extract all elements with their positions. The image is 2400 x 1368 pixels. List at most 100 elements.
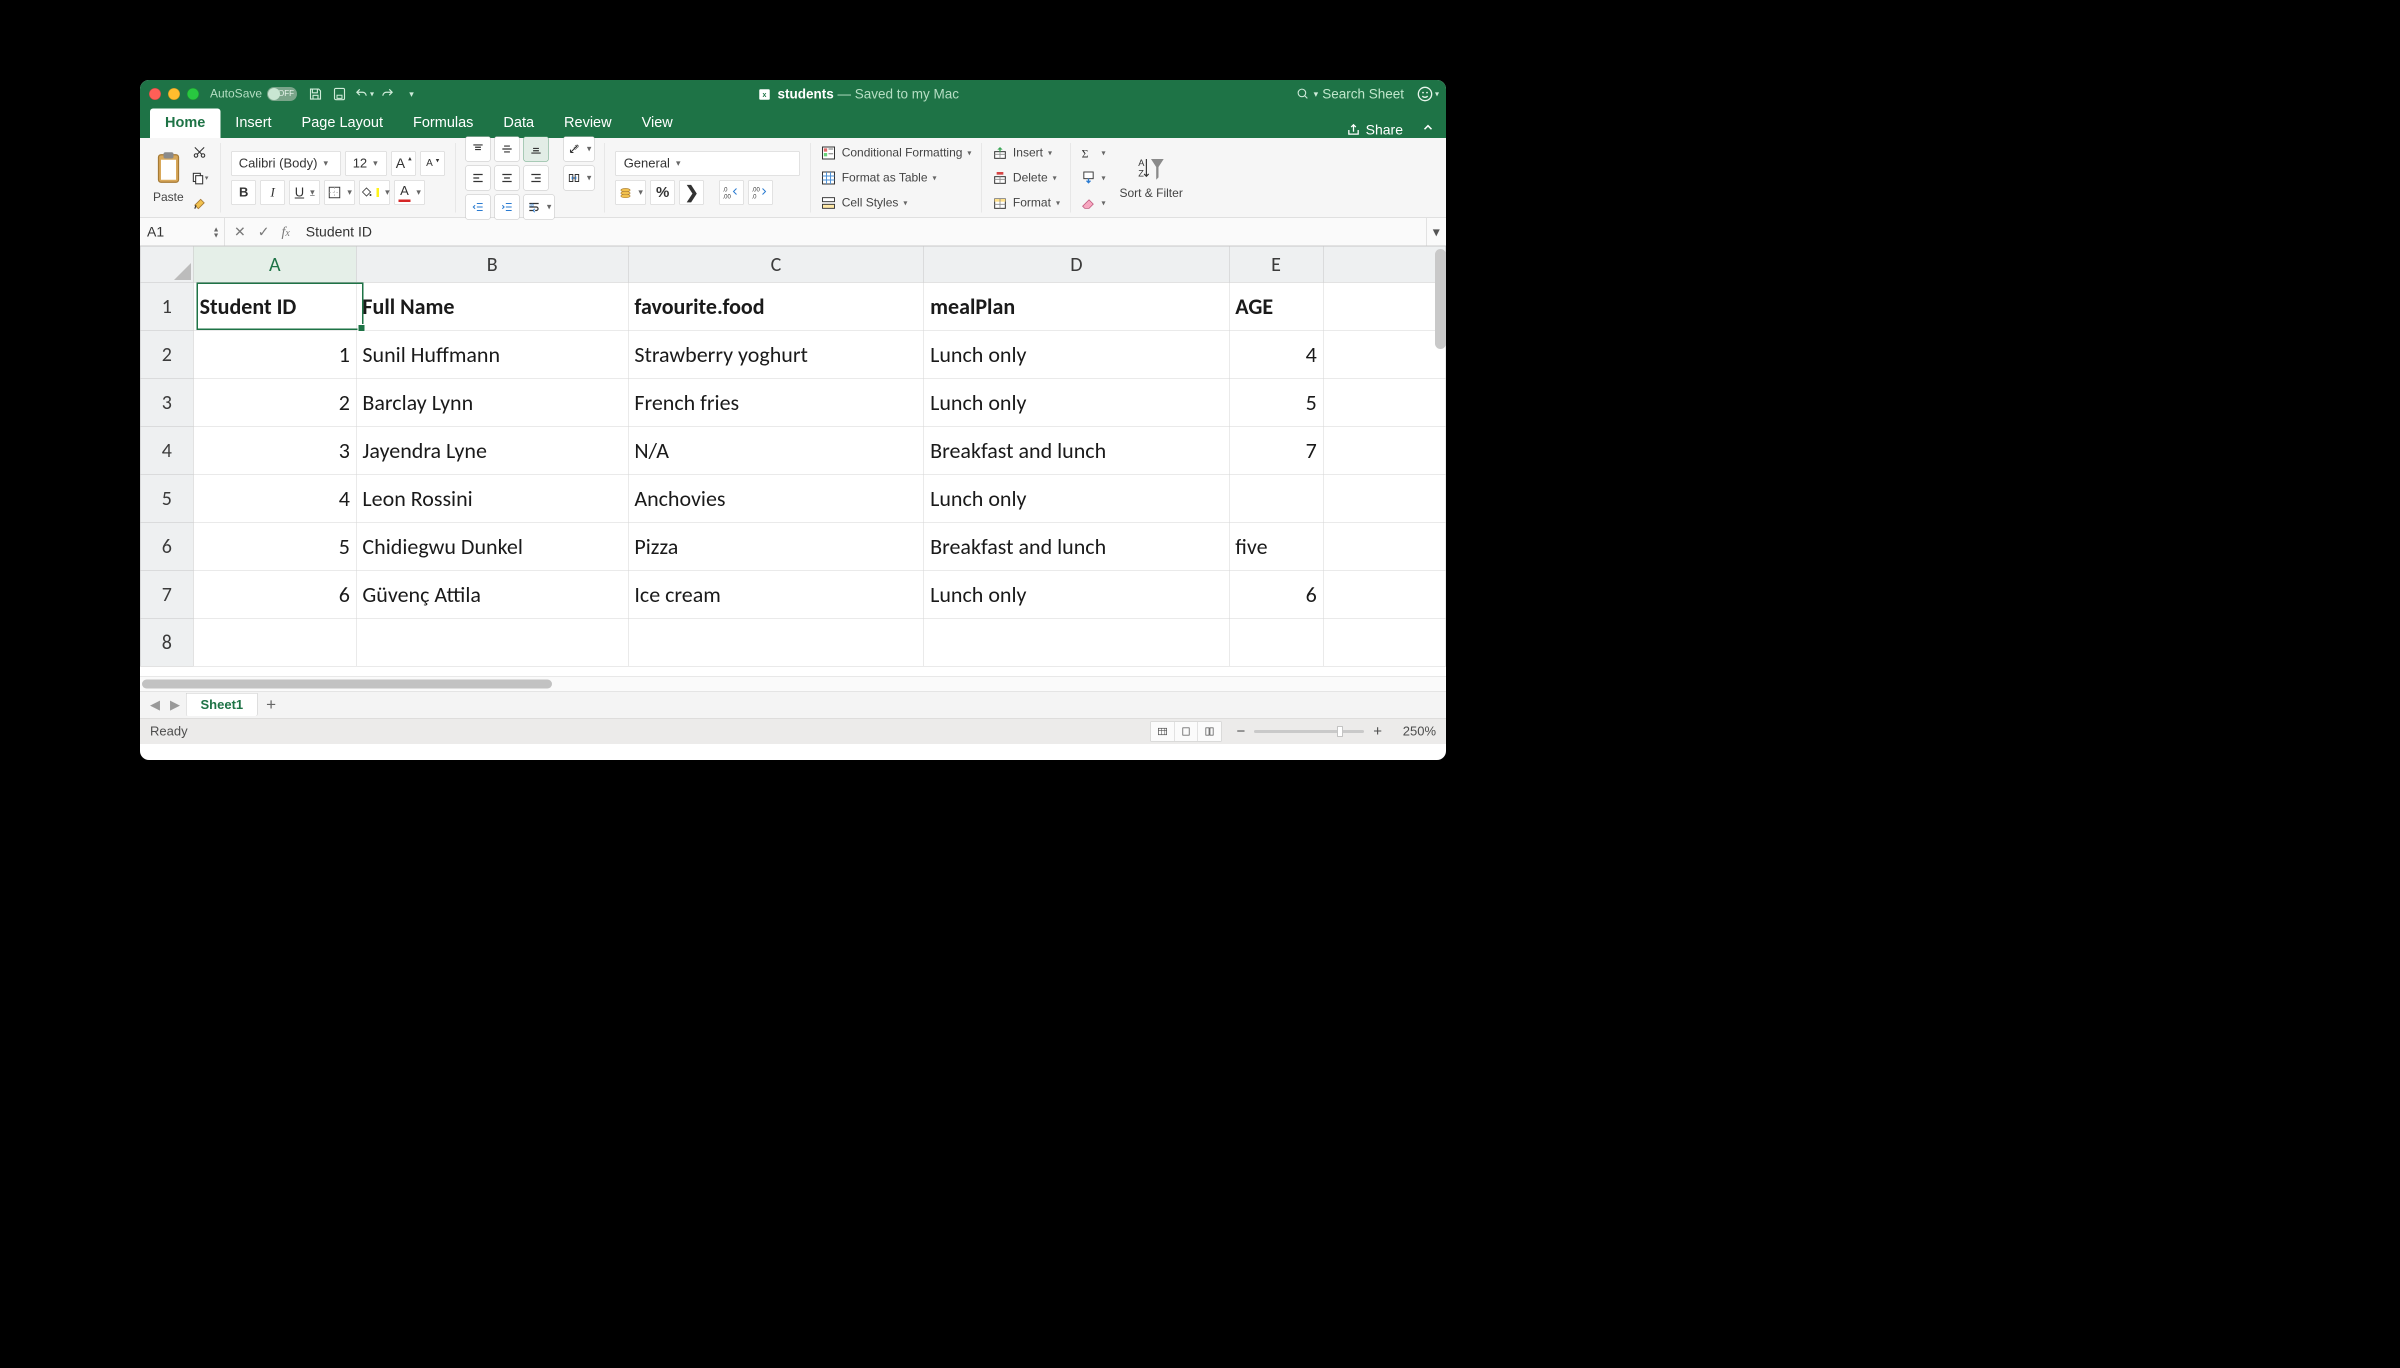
copy-button[interactable]: ▾ xyxy=(189,167,211,189)
number-format-combo[interactable]: General xyxy=(615,151,800,176)
cell-D8[interactable] xyxy=(924,618,1229,666)
cell-B7[interactable]: Güvenç Attila xyxy=(356,570,628,618)
align-top-button[interactable] xyxy=(466,136,491,161)
decrease-indent-button[interactable] xyxy=(466,194,491,219)
align-bottom-button[interactable] xyxy=(524,136,549,161)
vertical-scrollbar[interactable] xyxy=(1435,249,1446,349)
feedback-button[interactable]: ▾ xyxy=(1419,85,1437,103)
increase-decimal-button[interactable]: .0.00 xyxy=(719,180,744,205)
wrap-text-button[interactable]: ab xyxy=(524,194,555,219)
row-head-5[interactable]: 5 xyxy=(140,474,193,522)
cell-D2[interactable]: Lunch only xyxy=(924,330,1229,378)
underline-button[interactable]: U xyxy=(289,180,320,205)
font-color-button[interactable]: A xyxy=(394,180,425,205)
accounting-format-button[interactable] xyxy=(615,180,646,205)
cell-A7[interactable]: 6 xyxy=(193,570,356,618)
cell-C8[interactable] xyxy=(628,618,924,666)
cell-C6[interactable]: Pizza xyxy=(628,522,924,570)
cell-blank-2[interactable] xyxy=(1323,330,1446,378)
cell-A3[interactable]: 2 xyxy=(193,378,356,426)
cell-blank-8[interactable] xyxy=(1323,618,1446,666)
cell-A8[interactable] xyxy=(193,618,356,666)
cell-C5[interactable]: Anchovies xyxy=(628,474,924,522)
close-window-button[interactable] xyxy=(149,88,161,100)
cell-C2[interactable]: Strawberry yoghurt xyxy=(628,330,924,378)
sort-filter-button[interactable]: A Z Sort & Filter xyxy=(1119,155,1182,200)
cell-B3[interactable]: Barclay Lynn xyxy=(356,378,628,426)
font-name-combo[interactable]: Calibri (Body) xyxy=(231,151,341,176)
col-head-C[interactable]: C xyxy=(628,246,924,282)
row-head-3[interactable]: 3 xyxy=(140,378,193,426)
fullscreen-window-button[interactable] xyxy=(187,88,199,100)
conditional-formatting-button[interactable]: Conditional Formatting ▾ xyxy=(821,141,972,164)
zoom-in-button[interactable]: + xyxy=(1373,723,1382,740)
ribbon-tab-view[interactable]: View xyxy=(627,109,688,139)
fill-color-button[interactable] xyxy=(359,180,390,205)
view-page-layout-button[interactable] xyxy=(1174,721,1198,741)
select-all-corner[interactable] xyxy=(140,246,193,282)
percent-format-button[interactable]: % xyxy=(650,180,675,205)
font-size-combo[interactable]: 12 xyxy=(345,151,387,176)
cell-E6[interactable]: five xyxy=(1229,522,1323,570)
grow-font-button[interactable]: A▴ xyxy=(391,151,416,176)
search-box[interactable]: ▾ Search Sheet xyxy=(1297,86,1404,102)
row-head-1[interactable]: 1 xyxy=(140,282,193,330)
print-button[interactable] xyxy=(331,86,348,103)
cell-blank-7[interactable] xyxy=(1323,570,1446,618)
ribbon-tab-data[interactable]: Data xyxy=(488,109,549,139)
sheet-tab-active[interactable]: Sheet1 xyxy=(186,693,258,716)
merge-cells-button[interactable] xyxy=(564,165,595,190)
expand-formula-bar-button[interactable]: ▾ xyxy=(1426,218,1446,246)
horizontal-scroll-thumb[interactable] xyxy=(142,680,552,689)
cell-C1[interactable]: favourite.food xyxy=(628,282,924,330)
cell-D5[interactable]: Lunch only xyxy=(924,474,1229,522)
cell-B6[interactable]: Chidiegwu Dunkel xyxy=(356,522,628,570)
cell-B1[interactable]: Full Name xyxy=(356,282,628,330)
fill-button[interactable]: ▾ xyxy=(1080,166,1105,189)
formula-input[interactable]: Student ID xyxy=(299,224,1426,240)
cell-D1[interactable]: mealPlan xyxy=(924,282,1229,330)
paste-button[interactable]: Paste xyxy=(153,151,184,205)
cell-B8[interactable] xyxy=(356,618,628,666)
add-sheet-button[interactable]: + xyxy=(260,695,283,715)
ribbon-tab-insert[interactable]: Insert xyxy=(220,109,286,139)
cut-button[interactable] xyxy=(189,141,211,163)
save-button[interactable] xyxy=(307,86,324,103)
autosum-button[interactable]: Σ ▾ xyxy=(1080,141,1105,164)
cell-B4[interactable]: Jayendra Lyne xyxy=(356,426,628,474)
undo-button[interactable]: ▾ xyxy=(355,86,372,103)
insert-cells-button[interactable]: Insert ▾ xyxy=(992,141,1060,164)
cell-A4[interactable]: 3 xyxy=(193,426,356,474)
align-center-button[interactable] xyxy=(495,165,520,190)
clear-button[interactable]: ▾ xyxy=(1080,191,1105,214)
cell-C7[interactable]: Ice cream xyxy=(628,570,924,618)
col-head-B[interactable]: B xyxy=(356,246,628,282)
cell-C4[interactable]: N/A xyxy=(628,426,924,474)
ribbon-tab-page-layout[interactable]: Page Layout xyxy=(287,109,398,139)
accept-formula-button[interactable]: ✓ xyxy=(258,224,270,241)
cell-blank-5[interactable] xyxy=(1323,474,1446,522)
cancel-formula-button[interactable]: ✕ xyxy=(234,224,246,241)
cell-blank-4[interactable] xyxy=(1323,426,1446,474)
row-head-8[interactable]: 8 xyxy=(140,618,193,666)
horizontal-scrollbar[interactable] xyxy=(140,676,1446,691)
cell-E3[interactable]: 5 xyxy=(1229,378,1323,426)
align-middle-button[interactable] xyxy=(495,136,520,161)
decrease-decimal-button[interactable]: .00.0 xyxy=(748,180,773,205)
qat-customize[interactable]: ▾ xyxy=(403,86,420,103)
share-button[interactable]: Share xyxy=(1340,122,1410,138)
cell-D4[interactable]: Breakfast and lunch xyxy=(924,426,1229,474)
format-as-table-button[interactable]: Format as Table ▾ xyxy=(821,166,972,189)
format-painter-button[interactable] xyxy=(189,193,211,215)
col-head-E[interactable]: E xyxy=(1229,246,1323,282)
cell-blank-1[interactable] xyxy=(1323,282,1446,330)
view-normal-button[interactable] xyxy=(1150,721,1174,741)
ribbon-tab-review[interactable]: Review xyxy=(549,109,627,139)
cell-blank-6[interactable] xyxy=(1323,522,1446,570)
cell-B2[interactable]: Sunil Huffmann xyxy=(356,330,628,378)
shrink-font-button[interactable]: A▾ xyxy=(420,151,445,176)
increase-indent-button[interactable] xyxy=(495,194,520,219)
minimize-window-button[interactable] xyxy=(168,88,180,100)
col-head-D[interactable]: D xyxy=(924,246,1229,282)
fx-button[interactable]: fx xyxy=(281,224,289,240)
